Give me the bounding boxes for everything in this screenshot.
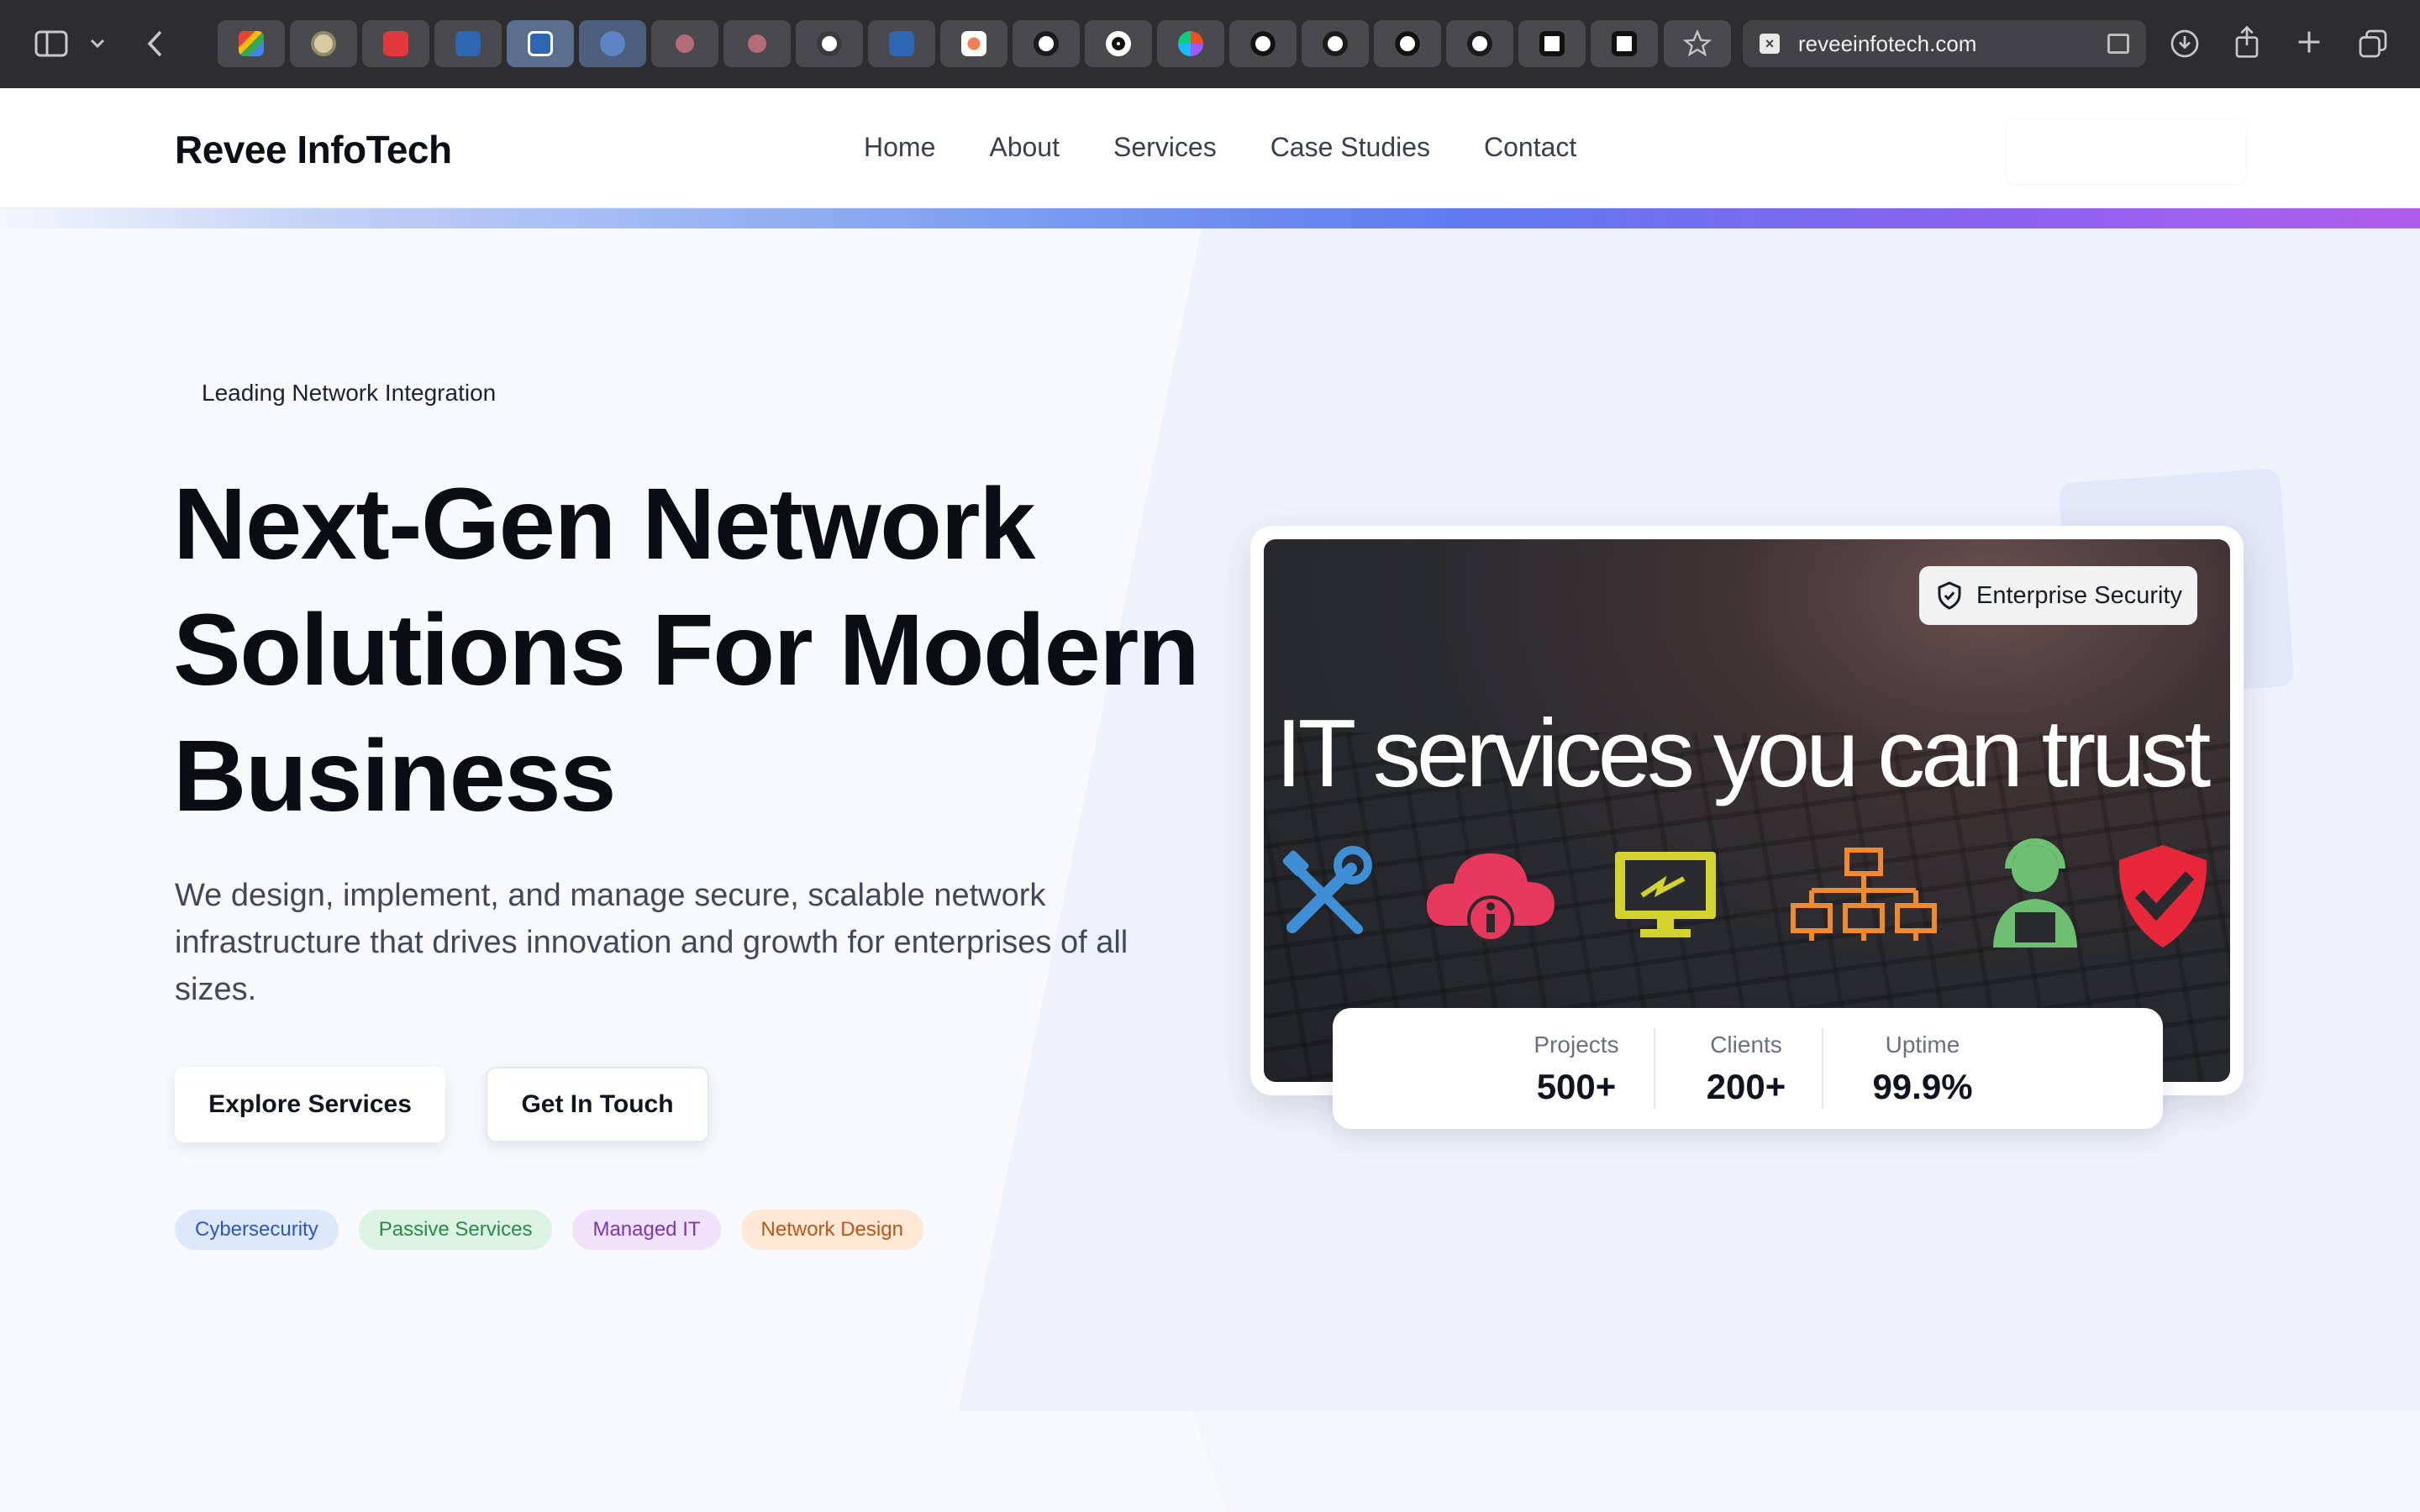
new-tab-icon[interactable] xyxy=(2294,27,2324,57)
tab-cube-1[interactable] xyxy=(1518,20,1586,67)
tab-linkedin-2[interactable] xyxy=(507,20,574,67)
stat-label: Clients xyxy=(1710,1032,1782,1058)
image-headline: IT services you can trust xyxy=(1276,701,2211,807)
shield-check-icon xyxy=(1938,581,1961,610)
nav-home[interactable]: Home xyxy=(864,132,935,163)
site-logo[interactable]: Revee InfoTech xyxy=(175,127,452,172)
nav-services[interactable]: Services xyxy=(1113,132,1217,163)
tag-managed-it: Managed IT xyxy=(572,1210,721,1250)
bookmark-star-icon[interactable] xyxy=(1664,20,1731,67)
tab-linkedin-3[interactable] xyxy=(868,20,935,67)
stat-divider xyxy=(1822,1028,1823,1109)
tab-overview-icon[interactable] xyxy=(2356,27,2390,60)
share-icon[interactable] xyxy=(2232,24,2262,60)
tab-github-2[interactable] xyxy=(1302,20,1369,67)
tab-starburst[interactable] xyxy=(940,20,1007,67)
nav-about[interactable]: About xyxy=(989,132,1060,163)
support-agent-icon xyxy=(1993,838,2077,948)
download-icon[interactable] xyxy=(2168,27,2202,60)
stat-label: Uptime xyxy=(1885,1032,1960,1058)
tab-gmail[interactable] xyxy=(218,20,285,67)
stat-divider xyxy=(1654,1028,1655,1109)
reader-icon[interactable] xyxy=(2107,34,2129,54)
explore-services-button[interactable]: Explore Services xyxy=(175,1067,445,1142)
tools-icon xyxy=(1282,846,1372,934)
tab-triangle-2[interactable] xyxy=(1229,20,1297,67)
github-icon xyxy=(1034,31,1059,56)
cube-icon xyxy=(1612,31,1637,56)
gmail-icon xyxy=(239,31,264,56)
tab-blue-circle[interactable] xyxy=(579,20,646,67)
badge-label: Enterprise Security xyxy=(1976,581,2182,609)
github-icon xyxy=(1467,31,1492,56)
cloud-info-icon xyxy=(1426,853,1555,942)
tab-avatar-2[interactable] xyxy=(651,20,718,67)
avatar-icon xyxy=(748,34,766,53)
triangle-icon xyxy=(1395,31,1420,56)
accent-gradient-bar xyxy=(0,208,2420,228)
avatar-icon xyxy=(676,34,694,53)
avatar-icon xyxy=(311,31,336,56)
hero-subtitle: We design, implement, and manage secure,… xyxy=(175,878,1128,1007)
main-nav: Home About Services Case Studies Contact xyxy=(864,132,1576,163)
network-tree-icon xyxy=(1791,848,1937,941)
tab-triangle-1[interactable] xyxy=(1085,20,1152,67)
tab-github-1[interactable] xyxy=(1013,20,1080,67)
tab-red-app[interactable] xyxy=(362,20,429,67)
service-tags: Cybersecurity Passive Services Managed I… xyxy=(175,1210,923,1250)
site-favicon-icon: × xyxy=(1760,34,1780,54)
blue-circle-icon xyxy=(600,31,625,56)
tag-passive-services: Passive Services xyxy=(358,1210,553,1250)
stat-projects: Projects 500+ xyxy=(1509,1032,1644,1107)
figma-icon xyxy=(1178,31,1203,56)
stats-panel: Projects 500+ Clients 200+ Uptime 99.9% xyxy=(1333,1008,2163,1129)
hero-title: Next-Gen Network Solutions For Modern Bu… xyxy=(173,466,1200,832)
pinned-tabs xyxy=(218,20,1658,67)
stat-uptime: Uptime 99.9% xyxy=(1847,1032,1998,1107)
image-icon-row xyxy=(1264,838,2230,951)
nav-contact[interactable]: Contact xyxy=(1484,132,1576,163)
stat-value: 500+ xyxy=(1536,1067,1617,1106)
header-cta-button[interactable] xyxy=(2007,120,2245,184)
get-in-touch-button[interactable]: Get In Touch xyxy=(486,1067,709,1142)
monitor-icon xyxy=(1615,852,1716,937)
chevron-down-icon[interactable] xyxy=(87,32,108,55)
browser-toolbar: × reveeinfotech.com xyxy=(0,0,2420,88)
site-header: Revee InfoTech Home About Services Case … xyxy=(0,88,2420,208)
tab-avatar-1[interactable] xyxy=(290,20,357,67)
tab-triangle-3[interactable] xyxy=(1374,20,1441,67)
triangle-icon xyxy=(1106,31,1131,56)
tab-cube-2[interactable] xyxy=(1591,20,1658,67)
starburst-icon xyxy=(961,31,986,56)
back-arrow-icon[interactable] xyxy=(141,27,168,60)
tab-avatar-3[interactable] xyxy=(723,20,791,67)
hero-eyebrow: Leading Network Integration xyxy=(202,380,497,406)
stat-value: 200+ xyxy=(1706,1067,1786,1106)
enterprise-security-badge: Enterprise Security xyxy=(1919,566,2197,625)
address-bar[interactable]: × reveeinfotech.com xyxy=(1743,20,2146,67)
linkedin-icon xyxy=(455,31,481,56)
sidebar-toggle-icon[interactable] xyxy=(34,29,69,59)
tag-cybersecurity: Cybersecurity xyxy=(175,1210,339,1250)
shield-check-icon xyxy=(2118,845,2207,948)
stat-clients: Clients 200+ xyxy=(1679,1032,1813,1107)
linkedin-icon xyxy=(528,31,553,56)
red-app-icon xyxy=(383,31,408,56)
linkedin-icon xyxy=(889,31,914,56)
stat-label: Projects xyxy=(1534,1032,1619,1058)
tab-swirl[interactable] xyxy=(796,20,863,67)
swirl-icon xyxy=(817,31,842,56)
url-text: reveeinfotech.com xyxy=(1798,30,1977,56)
tag-network-design: Network Design xyxy=(740,1210,923,1250)
next-section-shape xyxy=(1193,1411,2420,1512)
triangle-icon xyxy=(1250,31,1276,56)
tab-github-3[interactable] xyxy=(1446,20,1513,67)
stat-value: 99.9% xyxy=(1872,1067,1973,1106)
tab-figma[interactable] xyxy=(1157,20,1224,67)
cube-icon xyxy=(1539,31,1565,56)
nav-case-studies[interactable]: Case Studies xyxy=(1270,132,1430,163)
tab-linkedin-1[interactable] xyxy=(434,20,502,67)
github-icon xyxy=(1323,31,1348,56)
